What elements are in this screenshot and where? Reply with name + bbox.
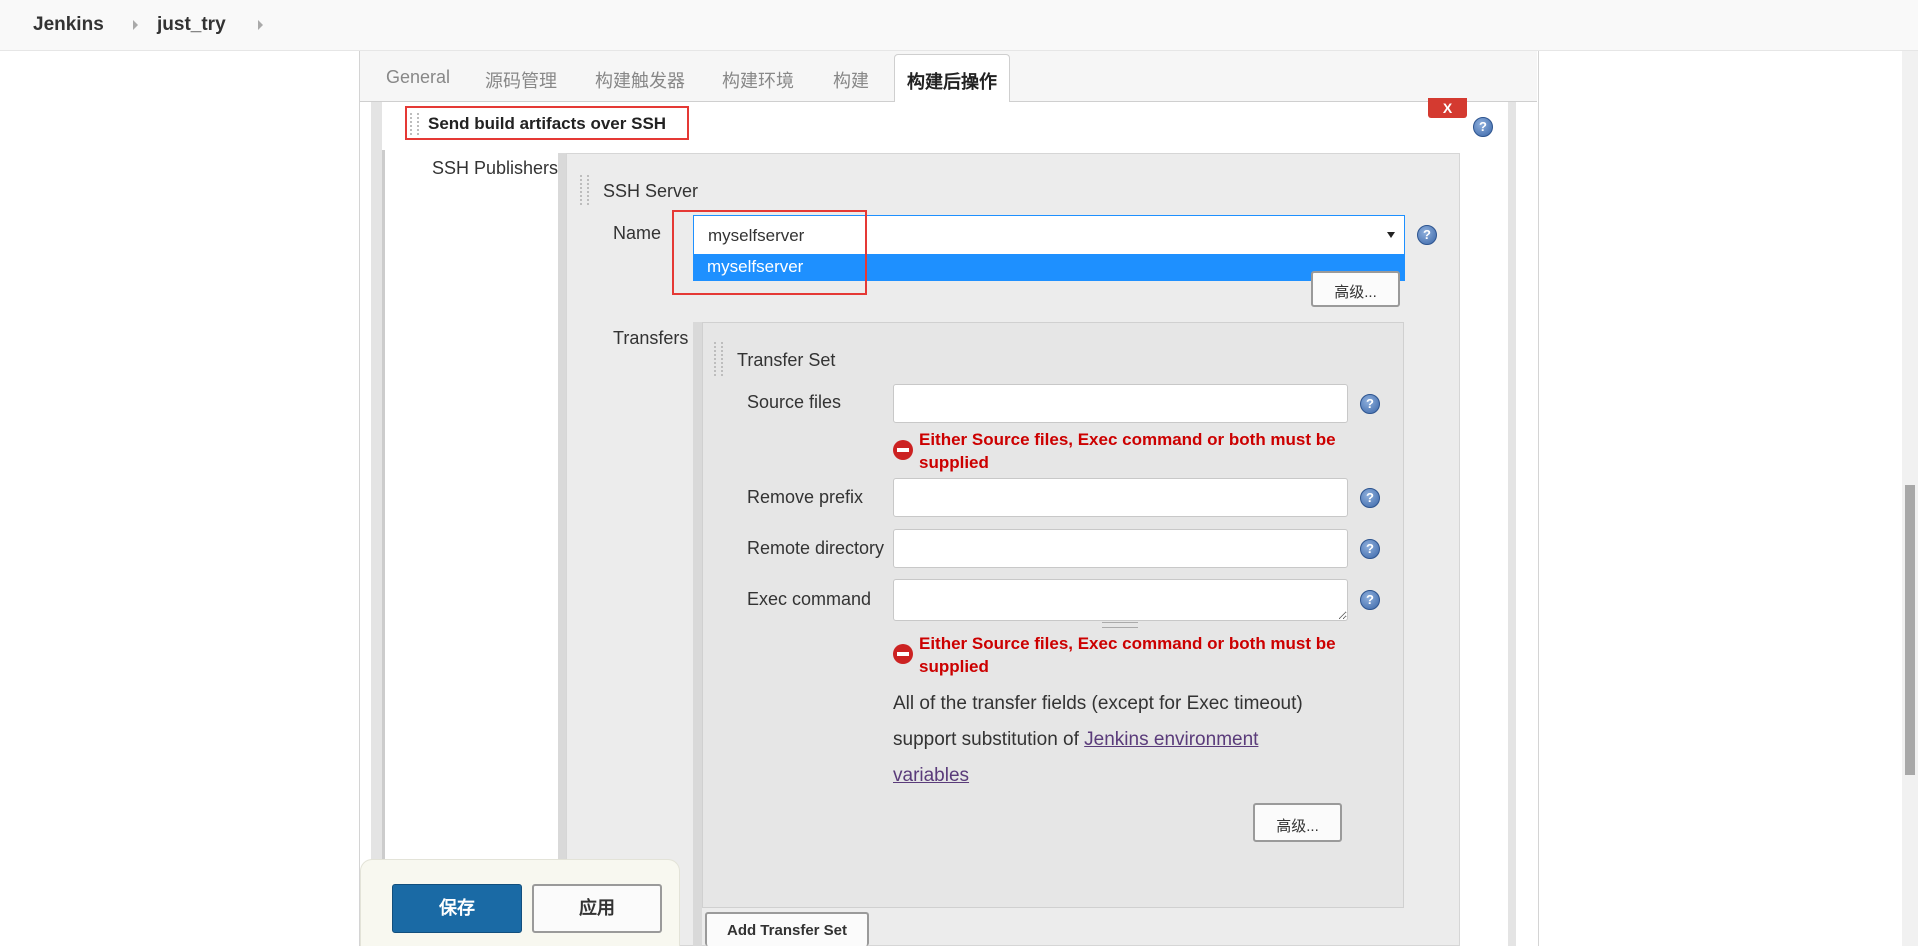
transfers-label: Transfers (613, 328, 689, 348)
remote-directory-label: Remote directory (747, 538, 885, 558)
help-icon[interactable]: ? (1360, 539, 1380, 559)
substitution-note: All of the transfer fields (except for E… (893, 693, 1303, 786)
remote-directory-input[interactable] (893, 529, 1348, 568)
env-variables-link[interactable]: Jenkins environment (1084, 729, 1258, 750)
env-variables-link[interactable]: variables (893, 765, 969, 786)
nesting-bar (693, 322, 702, 946)
help-icon[interactable]: ? (1473, 117, 1493, 137)
chevron-down-icon (1387, 232, 1395, 238)
highlight-box (672, 210, 867, 295)
remove-prefix-input[interactable] (893, 478, 1348, 517)
help-icon[interactable]: ? (1360, 394, 1380, 414)
chevron-right-icon[interactable] (133, 20, 138, 30)
tab-source-code[interactable]: 源码管理 (485, 67, 557, 93)
nesting-line (382, 150, 385, 946)
save-button[interactable]: 保存 (392, 884, 522, 933)
scrollbar-thumb[interactable] (1905, 485, 1915, 775)
nesting-bar (1508, 102, 1516, 946)
breadcrumb-jenkins[interactable]: Jenkins (33, 14, 104, 36)
ssh-server-title: SSH Server (603, 181, 699, 201)
source-files-error: Either Source files, Exec command or bot… (919, 430, 1336, 472)
help-icon[interactable]: ? (1360, 488, 1380, 508)
tab-build[interactable]: 构建 (833, 67, 869, 93)
ssh-server-advanced-button[interactable]: 高级... (1311, 271, 1400, 307)
remove-prefix-label: Remove prefix (747, 487, 864, 507)
help-icon[interactable]: ? (1417, 225, 1437, 245)
error-icon (893, 440, 913, 460)
source-files-input[interactable] (893, 384, 1348, 423)
transfer-advanced-button[interactable]: 高级... (1253, 803, 1342, 842)
exec-command-textarea[interactable] (893, 579, 1348, 621)
tab-build-triggers[interactable]: 构建触发器 (595, 67, 685, 93)
drag-handle[interactable] (714, 342, 723, 376)
tab-build-environment[interactable]: 构建环境 (722, 67, 794, 93)
breadcrumb-job[interactable]: just_try (157, 14, 226, 36)
highlight-box (405, 106, 689, 140)
resize-handle[interactable] (1102, 622, 1138, 628)
breadcrumb: Jenkins just_try (0, 0, 1918, 51)
tab-label: 构建后操作 (907, 72, 997, 92)
add-transfer-set-button[interactable]: Add Transfer Set (705, 912, 869, 946)
name-label: Name (613, 223, 662, 243)
delete-publisher-button[interactable]: X (1428, 98, 1467, 118)
exec-command-error: Either Source files, Exec command or bot… (919, 634, 1336, 676)
help-icon[interactable]: ? (1360, 590, 1380, 610)
ssh-publishers-label: SSH Publishers (432, 158, 559, 178)
chevron-right-icon[interactable] (258, 20, 263, 30)
delete-label: X (1442, 100, 1453, 116)
exec-command-label: Exec command (747, 589, 872, 609)
tab-general[interactable]: General (386, 67, 450, 88)
tab-post-build-actions[interactable]: 构建后操作 (894, 54, 1010, 102)
transfer-set-title: Transfer Set (737, 350, 836, 370)
source-files-label: Source files (747, 392, 842, 412)
apply-button[interactable]: 应用 (532, 884, 662, 933)
nesting-bar (371, 102, 382, 946)
drag-handle[interactable] (580, 175, 589, 205)
error-icon (893, 644, 913, 664)
nesting-bar (558, 153, 566, 946)
